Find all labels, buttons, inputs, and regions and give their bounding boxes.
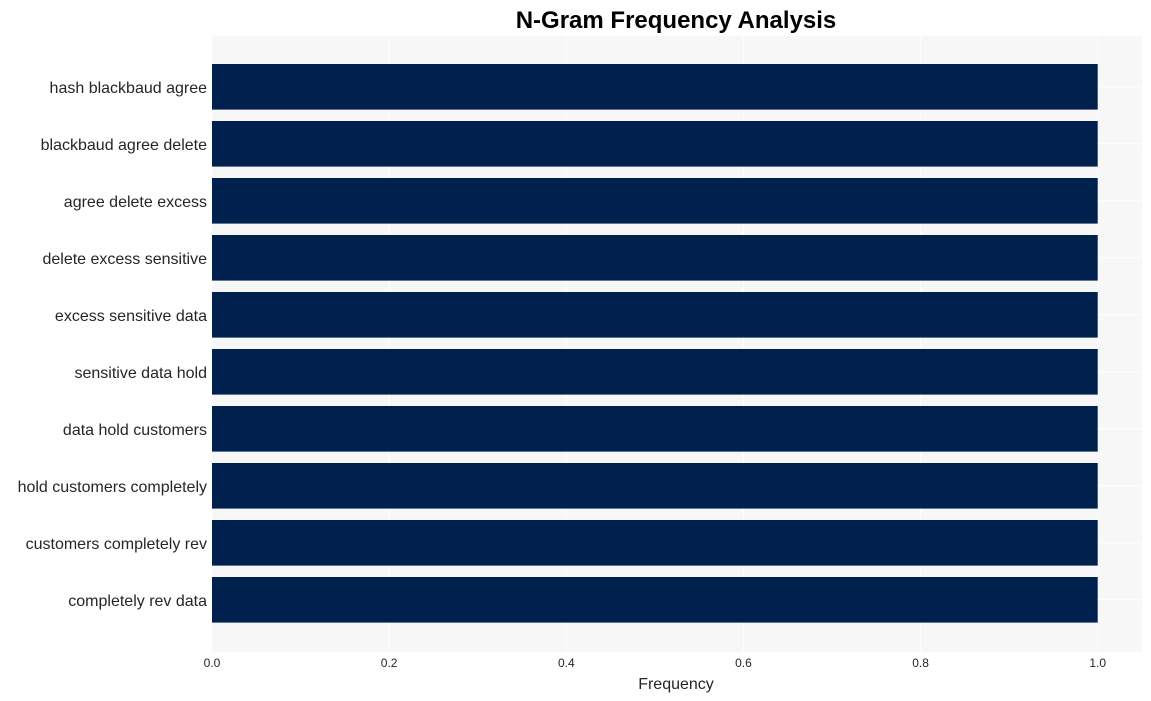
bar	[212, 406, 1098, 452]
x-tick-label: 0.2	[381, 656, 398, 670]
bar	[212, 235, 1098, 281]
y-tick-label: hold customers completely	[18, 479, 207, 496]
x-tick-label: 1.0	[1089, 656, 1106, 670]
bar	[212, 121, 1098, 167]
y-tick-label: data hold customers	[63, 422, 207, 439]
bar	[212, 64, 1098, 110]
bar	[212, 520, 1098, 566]
x-tick-label: 0.4	[558, 656, 575, 670]
y-tick-label: blackbaud agree delete	[41, 137, 207, 154]
y-tick-label: delete excess sensitive	[42, 251, 207, 268]
bar	[212, 577, 1098, 623]
bar	[212, 178, 1098, 224]
bar	[212, 463, 1098, 509]
x-tick-label: 0.8	[912, 656, 929, 670]
y-tick-label: sensitive data hold	[74, 365, 207, 382]
y-tick-label: excess sensitive data	[55, 308, 207, 325]
bar	[212, 292, 1098, 338]
x-tick-labels: 0.0 0.2 0.4 0.6 0.8 1.0	[204, 656, 1107, 670]
y-tick-label: customers completely rev	[26, 536, 207, 553]
bar	[212, 349, 1098, 395]
y-tick-label: agree delete excess	[64, 194, 207, 211]
x-axis-label: Frequency	[638, 676, 714, 693]
y-tick-label: completely rev data	[68, 593, 207, 610]
chart-title: N-Gram Frequency Analysis	[516, 7, 837, 34]
y-tick-label: hash blackbaud agree	[50, 80, 208, 97]
y-tick-labels: hash blackbaud agree blackbaud agree dele…	[18, 80, 208, 610]
x-tick-label: 0.6	[735, 656, 752, 670]
chart: hash blackbaud agree blackbaud agree dele…	[18, 7, 1142, 693]
x-tick-label: 0.0	[204, 656, 221, 670]
